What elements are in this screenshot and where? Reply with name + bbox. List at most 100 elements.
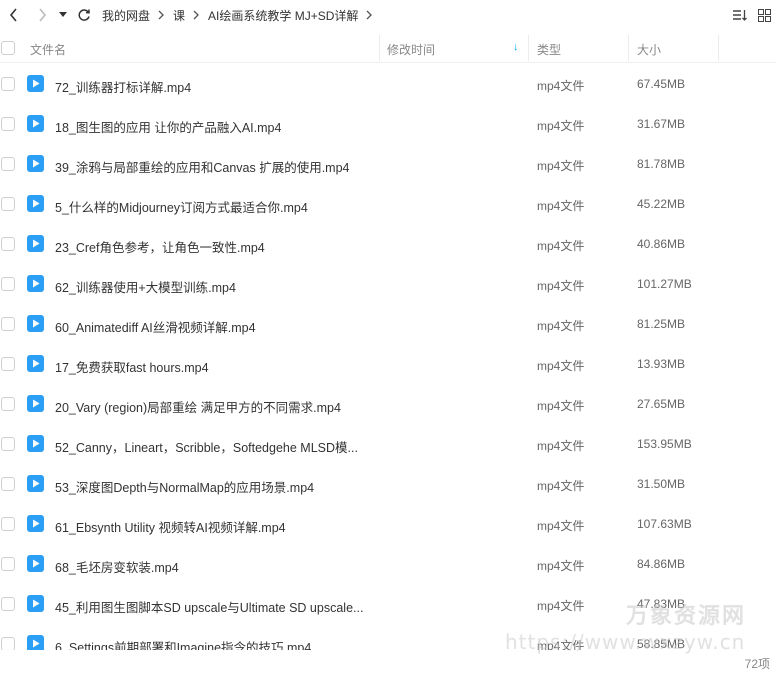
select-all-checkbox[interactable] xyxy=(1,41,15,55)
grid-view-button[interactable] xyxy=(752,0,776,30)
file-row[interactable]: 17_免费获取fast hours.mp4 mp4文件 13.93MB xyxy=(0,344,776,384)
file-size: 27.65MB xyxy=(637,397,686,411)
file-row[interactable]: 20_Vary (region)局部重绘 满足甲方的不同需求.mp4 mp4文件 2… xyxy=(0,384,776,424)
video-file-icon xyxy=(27,555,44,572)
row-checkbox[interactable] xyxy=(1,517,15,531)
video-file-icon xyxy=(27,475,44,492)
file-name[interactable]: 52_Canny，Lineart，Scribble，Softedgehe MLS… xyxy=(55,437,358,456)
file-type: mp4文件 xyxy=(537,559,585,573)
file-row[interactable]: 39_涂鸦与局部重绘的应用和Canvas 扩展的使用.mp4 mp4文件 81.78… xyxy=(0,144,776,184)
file-row[interactable]: 68_毛坯房变软装.mp4 mp4文件 84.86MB xyxy=(0,544,776,584)
video-file-icon xyxy=(27,435,44,452)
file-list-header: 文件名 修改时间 ↓ 类型 大小 xyxy=(0,33,776,63)
column-header-type[interactable]: 类型 xyxy=(537,41,561,58)
file-name[interactable]: 20_Vary (region)局部重绘 满足甲方的不同需求.mp4 xyxy=(55,397,341,416)
file-size: 81.25MB xyxy=(637,317,686,331)
row-checkbox[interactable] xyxy=(1,157,15,171)
video-file-icon xyxy=(27,155,44,172)
file-list: 72_训练器打标详解.mp4 mp4文件 67.45MB 18_图生图的应用 让你的产… xyxy=(0,64,776,650)
file-size: 67.45MB xyxy=(637,77,686,91)
file-row[interactable]: 61_Ebsynth Utility 视频转AI视频详解.mp4 mp4文件 107… xyxy=(0,504,776,544)
row-checkbox[interactable] xyxy=(1,197,15,211)
refresh-button[interactable] xyxy=(70,0,98,30)
row-checkbox[interactable] xyxy=(1,277,15,291)
file-row[interactable]: 52_Canny，Lineart，Scribble，Softedgehe MLS… xyxy=(0,424,776,464)
file-size: 107.63MB xyxy=(637,517,692,531)
file-name[interactable]: 5_什么样的Midjourney订阅方式最适合你.mp4 xyxy=(55,197,308,216)
file-type: mp4文件 xyxy=(537,159,585,173)
file-size: 40.86MB xyxy=(637,237,686,251)
watermark-url: https://www.wxzyw.cn xyxy=(505,630,746,654)
file-name[interactable]: 45_利用图生图脚本SD upscale与Ultimate SD upscale… xyxy=(55,597,363,616)
row-checkbox[interactable] xyxy=(1,557,15,571)
chevron-right-icon xyxy=(193,10,200,20)
file-size: 101.27MB xyxy=(637,277,692,291)
file-size: 45.22MB xyxy=(637,197,686,211)
file-size: 31.50MB xyxy=(637,477,686,491)
video-file-icon xyxy=(27,315,44,332)
breadcrumb-item[interactable]: 课 xyxy=(173,7,185,24)
file-type: mp4文件 xyxy=(537,279,585,293)
column-divider[interactable] xyxy=(528,35,529,61)
file-row[interactable]: 23_Cref角色参考，让角色一致性.mp4 mp4文件 40.86MB xyxy=(0,224,776,264)
video-file-icon xyxy=(27,275,44,292)
file-name[interactable]: 6_Settings前期部署和Imagine指令的技巧.mp4 xyxy=(55,637,311,650)
video-file-icon xyxy=(27,355,44,372)
grid-icon xyxy=(757,8,771,22)
file-type: mp4文件 xyxy=(537,399,585,413)
file-name[interactable]: 18_图生图的应用 让你的产品融入AI.mp4 xyxy=(55,117,281,136)
column-header-size[interactable]: 大小 xyxy=(637,41,661,58)
file-row[interactable]: 5_什么样的Midjourney订阅方式最适合你.mp4 mp4文件 45.22MB xyxy=(0,184,776,224)
row-checkbox[interactable] xyxy=(1,357,15,371)
row-checkbox[interactable] xyxy=(1,637,15,650)
row-checkbox[interactable] xyxy=(1,397,15,411)
row-checkbox[interactable] xyxy=(1,437,15,451)
file-name[interactable]: 39_涂鸦与局部重绘的应用和Canvas 扩展的使用.mp4 xyxy=(55,157,350,176)
view-tools xyxy=(728,0,776,30)
row-checkbox[interactable] xyxy=(1,317,15,331)
file-name[interactable]: 17_免费获取fast hours.mp4 xyxy=(55,357,209,376)
file-size: 153.95MB xyxy=(637,437,692,451)
file-size: 31.67MB xyxy=(637,117,686,131)
file-type: mp4文件 xyxy=(537,239,585,253)
column-header-name[interactable]: 文件名 xyxy=(30,41,66,58)
breadcrumb-item[interactable]: 我的网盘 xyxy=(102,7,150,24)
file-name[interactable]: 68_毛坯房变软装.mp4 xyxy=(55,557,179,576)
breadcrumb-item[interactable]: AI绘画系统教学 MJ+SD详解 xyxy=(208,7,358,24)
video-file-icon xyxy=(27,395,44,412)
refresh-icon xyxy=(78,9,90,21)
file-row[interactable]: 62_训练器使用+大模型训练.mp4 mp4文件 101.27MB xyxy=(0,264,776,304)
forward-button[interactable] xyxy=(28,0,56,30)
row-checkbox[interactable] xyxy=(1,77,15,91)
row-checkbox[interactable] xyxy=(1,477,15,491)
file-type: mp4文件 xyxy=(537,439,585,453)
file-type: mp4文件 xyxy=(537,199,585,213)
row-checkbox[interactable] xyxy=(1,117,15,131)
file-row[interactable]: 18_图生图的应用 让你的产品融入AI.mp4 mp4文件 31.67MB xyxy=(0,104,776,144)
file-row[interactable]: 60_Animatediff AI丝滑视频详解.mp4 mp4文件 81.25MB xyxy=(0,304,776,344)
watermark-title: 万象资源网 xyxy=(626,604,747,629)
file-name[interactable]: 61_Ebsynth Utility 视频转AI视频详解.mp4 xyxy=(55,517,286,536)
file-size: 13.93MB xyxy=(637,357,686,371)
column-header-mtime[interactable]: 修改时间 xyxy=(387,41,435,58)
file-name[interactable]: 53_深度图Depth与NormalMap的应用场景.mp4 xyxy=(55,477,314,496)
column-divider[interactable] xyxy=(628,35,629,61)
file-name[interactable]: 62_训练器使用+大模型训练.mp4 xyxy=(55,277,236,296)
column-divider[interactable] xyxy=(718,35,719,61)
item-count: 72项 xyxy=(744,657,770,671)
file-name[interactable]: 60_Animatediff AI丝滑视频详解.mp4 xyxy=(55,317,256,336)
row-checkbox[interactable] xyxy=(1,597,15,611)
video-file-icon xyxy=(27,635,44,650)
column-divider[interactable] xyxy=(379,35,380,61)
sort-button[interactable] xyxy=(728,0,752,30)
file-type: mp4文件 xyxy=(537,119,585,133)
file-row[interactable]: 72_训练器打标详解.mp4 mp4文件 67.45MB xyxy=(0,64,776,104)
file-name[interactable]: 23_Cref角色参考，让角色一致性.mp4 xyxy=(55,237,265,256)
row-checkbox[interactable] xyxy=(1,237,15,251)
history-dropdown[interactable] xyxy=(56,0,70,30)
file-name[interactable]: 72_训练器打标详解.mp4 xyxy=(55,77,191,96)
file-size: 81.78MB xyxy=(637,157,686,171)
file-row[interactable]: 53_深度图Depth与NormalMap的应用场景.mp4 mp4文件 31.50… xyxy=(0,464,776,504)
back-button[interactable] xyxy=(0,0,28,30)
sort-desc-icon: ↓ xyxy=(513,41,519,53)
